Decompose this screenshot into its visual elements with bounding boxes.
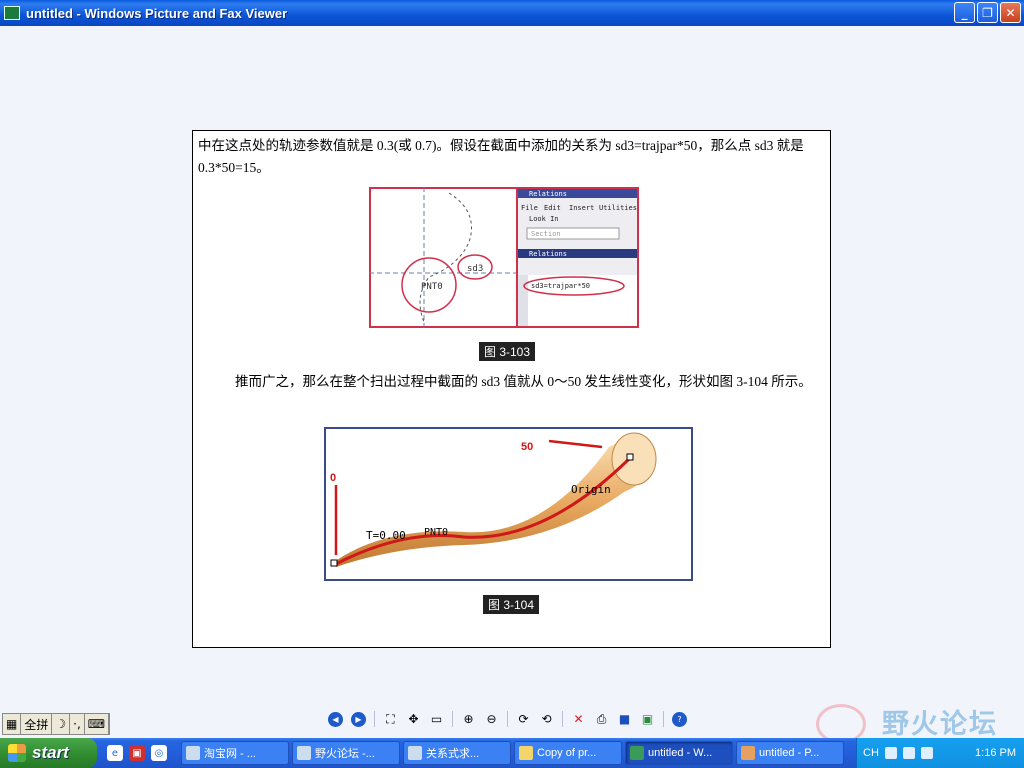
task-yehuo-forum[interactable]: 野火论坛 -... — [292, 741, 400, 765]
task-picture-viewer[interactable]: untitled - W... — [625, 741, 733, 765]
caption-3-103: 图 3-103 — [479, 342, 536, 361]
ime-keyboard-icon[interactable]: ⌨ — [85, 714, 110, 734]
image-viewport: 中在这点处的轨迹参数值就是 0.3(或 0.7)。假设在截面中添加的关系为 sd… — [0, 26, 1024, 704]
rotate-clockwise-icon[interactable]: ⟳ — [514, 710, 533, 729]
dialog-title: Relations — [529, 190, 567, 198]
windows-flag-icon — [8, 744, 26, 762]
ie-icon[interactable]: e — [107, 745, 123, 761]
ime-mode[interactable]: 全拼 — [21, 714, 53, 734]
tray-icon-1[interactable] — [884, 747, 897, 759]
menu-edit: Edit — [544, 204, 561, 212]
system-tray: CH 1:16 PM — [856, 738, 1024, 768]
pnt-label-2: PNT0 — [424, 527, 448, 538]
language-indicator[interactable]: CH — [863, 747, 879, 759]
menu-insert: Insert — [569, 204, 594, 212]
task-copy-folder[interactable]: Copy of pr... — [514, 741, 622, 765]
paint-icon — [741, 746, 755, 760]
minimize-button[interactable]: _ — [954, 2, 975, 23]
caption-3-104: 图 3-104 — [483, 595, 540, 614]
t-value-label: T=0.00 — [366, 529, 406, 542]
best-fit-icon[interactable]: ⛶ — [381, 710, 400, 729]
previous-image-button[interactable]: ◀ — [326, 710, 345, 729]
next-image-button[interactable]: ▶ — [349, 710, 368, 729]
ie-icon — [186, 746, 200, 760]
section-select: Section — [531, 230, 561, 238]
dim-label: sd3 — [467, 264, 483, 274]
taskbar: start e ▣ ◎ 淘宝网 - ... 野火论坛 -... 关系式求... … — [0, 738, 1024, 768]
task-relations[interactable]: 关系式求... — [403, 741, 511, 765]
picture-viewer-icon — [630, 746, 644, 760]
menu-file: File — [521, 204, 538, 212]
task-list: 淘宝网 - ... 野火论坛 -... 关系式求... Copy of pr..… — [181, 741, 844, 765]
app-icon-red[interactable]: ▣ — [129, 745, 145, 761]
help-icon[interactable]: ? — [670, 710, 689, 729]
window-title: untitled - Windows Picture and Fax Viewe… — [26, 5, 288, 21]
save-icon[interactable]: ■ — [615, 710, 634, 729]
ime-punct-icon[interactable]: ·, — [70, 714, 85, 734]
paragraph-2: 推而广之，那么在整个扫出过程中截面的 sd3 值就从 0～50 发生线性变化，形… — [235, 374, 812, 389]
quick-launch: e ▣ ◎ — [107, 745, 181, 761]
menu-utilities: Utilities — [599, 204, 637, 212]
label-50: 50 — [521, 441, 533, 453]
relations-dialog: Relations File Edit Insert Utilities Loo… — [516, 187, 639, 328]
maximize-button[interactable]: ❐ — [977, 2, 998, 23]
title-bar: untitled - Windows Picture and Fax Viewe… — [0, 0, 1024, 26]
ime-bar: ▦ 全拼 ☽ ·, ⌨ — [2, 713, 111, 735]
relation-text: sd3=trajpar*50 — [531, 282, 590, 290]
figure-3-104: 50 0 Origin T=0.00 PNT0 — [324, 427, 693, 581]
rotate-counterclockwise-icon[interactable]: ⟲ — [537, 710, 556, 729]
ie-icon — [297, 746, 311, 760]
look-in-label: Look In — [529, 215, 559, 223]
ime-moon-icon[interactable]: ☽ — [52, 714, 71, 734]
relations-header: Relations — [529, 250, 567, 258]
print-icon[interactable]: ⎙ — [592, 710, 611, 729]
delete-icon[interactable]: ✕ — [569, 710, 588, 729]
paragraph-1: 中在这点处的轨迹参数值就是 0.3(或 0.7)。假设在截面中添加的关系为 sd… — [198, 138, 804, 175]
clock: 1:16 PM — [975, 747, 1016, 759]
ime-logo-icon[interactable]: ▦ — [3, 714, 22, 734]
actual-size-icon[interactable]: ✥ — [404, 710, 423, 729]
label-0: 0 — [330, 472, 336, 484]
ie-icon — [408, 746, 422, 760]
close-button[interactable]: ✕ — [1000, 2, 1021, 23]
task-paint[interactable]: untitled - P... — [736, 741, 844, 765]
slideshow-icon[interactable]: ▭ — [427, 710, 446, 729]
window-controls: _ ❐ ✕ — [954, 2, 1021, 23]
viewer-toolbar: ◀ ▶ ⛶ ✥ ▭ ⊕ ⊖ ⟳ ⟲ ✕ ⎙ ■ ▣ ? — [326, 708, 689, 730]
edit-icon[interactable]: ▣ — [638, 710, 657, 729]
figure-3-103: sd3 PNT0 Relations File Edit Insert Util… — [369, 187, 639, 328]
folder-icon — [519, 746, 533, 760]
task-taobao[interactable]: 淘宝网 - ... — [181, 741, 289, 765]
app-icon-blue[interactable]: ◎ — [151, 745, 167, 761]
watermark-text: 野火论坛 — [882, 709, 998, 740]
volume-icon[interactable] — [902, 747, 915, 759]
origin-label: Origin — [571, 483, 611, 496]
network-icon[interactable] — [920, 747, 933, 759]
zoom-out-icon[interactable]: ⊖ — [482, 710, 501, 729]
start-label: start — [32, 743, 69, 762]
pnt-label: PNT0 — [421, 282, 443, 292]
picture-viewer-icon — [4, 6, 20, 20]
document-image: 中在这点处的轨迹参数值就是 0.3(或 0.7)。假设在截面中添加的关系为 sd… — [192, 130, 831, 648]
start-button[interactable]: start — [0, 738, 97, 768]
zoom-in-icon[interactable]: ⊕ — [459, 710, 478, 729]
